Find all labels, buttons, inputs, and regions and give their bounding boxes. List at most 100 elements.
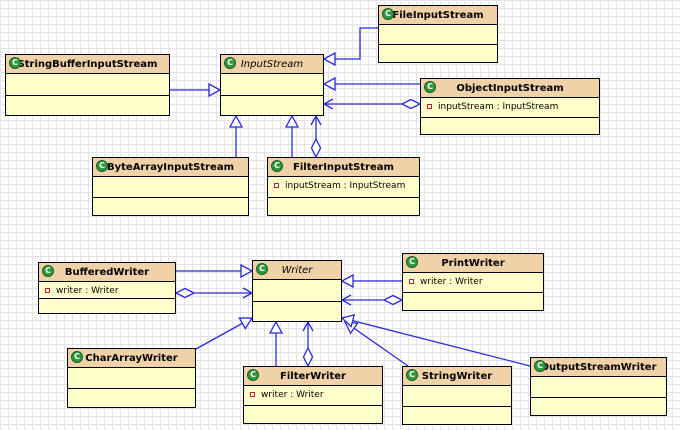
operations-compartment: [531, 398, 666, 416]
private-field-icon: [427, 104, 432, 109]
aggregation-diamond: [174, 287, 196, 299]
aggregation-diamond: [400, 98, 422, 110]
edge-output-stream-writer-to-writer: [340, 314, 531, 367]
attributes-compartment: inputStream : InputStream: [421, 98, 599, 118]
class-name: StringBufferInputStream: [17, 58, 158, 70]
class-icon: C: [256, 263, 268, 275]
attribute-text: inputStream : InputStream: [285, 180, 406, 191]
class-icon: C: [424, 81, 436, 93]
edge-object-input-stream-to-input-stream: [322, 76, 420, 92]
class-output-stream-writer[interactable]: C OutputStreamWriter: [530, 357, 667, 416]
attribute-text: writer : Writer: [56, 285, 119, 296]
edge-byte-array-to-input-stream: [228, 114, 244, 157]
edge-char-array-writer-to-writer: [195, 317, 254, 350]
class-input-stream[interactable]: C InputStream: [220, 54, 324, 116]
attributes-compartment: writer : Writer: [403, 273, 543, 293]
attribute-row: inputStream : InputStream: [274, 179, 415, 192]
class-file-input-stream[interactable]: C FileInputStream: [378, 5, 498, 63]
class-name: StringWriter: [421, 370, 493, 382]
attributes-compartment: [221, 74, 323, 96]
attributes-compartment: [253, 280, 341, 302]
class-print-writer[interactable]: C PrintWriter writer : Writer: [402, 253, 544, 311]
private-field-icon: [409, 279, 414, 284]
attributes-compartment: [531, 377, 666, 398]
class-name: ByteArrayInputStream: [106, 161, 235, 173]
operations-compartment: [268, 198, 419, 216]
class-icon: C: [42, 265, 54, 277]
generalization-arrowhead: [322, 51, 336, 67]
attribute-text: writer : Writer: [420, 276, 483, 287]
generalization-arrowhead: [340, 273, 354, 289]
edge-file-input-stream-to-input-stream: [322, 27, 378, 67]
edge-print-writer-aggregates-writer: [340, 294, 404, 306]
class-string-buffer-input-stream[interactable]: C StringBufferInputStream: [5, 54, 170, 116]
edge-string-buffer-to-input-stream: [170, 82, 222, 98]
class-string-writer[interactable]: C StringWriter: [402, 366, 512, 425]
attributes-compartment: inputStream : InputStream: [268, 177, 419, 198]
edge-string-writer-to-writer: [343, 321, 409, 367]
class-writer[interactable]: C Writer: [252, 260, 342, 322]
class-icon: C: [247, 369, 259, 381]
operations-compartment: [421, 118, 599, 135]
class-name: FilterInputStream: [293, 161, 394, 173]
class-name: OutputStreamWriter: [540, 361, 657, 373]
attribute-row: inputStream : InputStream: [427, 100, 595, 113]
generalization-arrowhead: [322, 76, 336, 92]
attributes-compartment: [68, 368, 195, 389]
class-name: ObjectInputStream: [456, 82, 564, 94]
private-field-icon: [250, 392, 255, 397]
private-field-icon: [274, 183, 279, 188]
attributes-compartment: writer : Writer: [244, 386, 382, 406]
edge-filter-input-stream-to-input-stream: [284, 114, 300, 157]
class-icon: C: [96, 160, 108, 172]
attributes-compartment: writer : Writer: [39, 282, 175, 299]
class-icon: C: [271, 160, 283, 172]
aggregation-diamond: [310, 137, 322, 159]
generalization-arrowhead: [268, 320, 284, 334]
class-icon: C: [71, 351, 83, 363]
class-icon: C: [224, 57, 236, 69]
operations-compartment: [39, 299, 175, 313]
generalization-arrowhead: [284, 114, 300, 128]
attribute-row: writer : Writer: [409, 275, 539, 288]
edge-print-writer-to-writer: [340, 273, 402, 289]
attribute-row: writer : Writer: [45, 284, 171, 297]
attributes-compartment: [93, 177, 248, 198]
edge-line: [341, 317, 531, 367]
operations-compartment: [403, 293, 543, 310]
class-name: Writer: [281, 264, 313, 276]
edge-buffered-writer-aggregates-writer: [174, 287, 254, 299]
attribute-text: inputStream : InputStream: [438, 101, 559, 112]
edge-buffered-writer-to-writer: [176, 263, 254, 279]
class-name: CharArrayWriter: [85, 352, 178, 364]
operations-compartment: [221, 96, 323, 115]
attributes-compartment: [403, 386, 511, 407]
private-field-icon: [45, 288, 50, 293]
class-icon: C: [534, 360, 546, 372]
class-icon: C: [406, 369, 418, 381]
class-name: FileInputStream: [392, 9, 484, 21]
attribute-text: writer : Writer: [261, 389, 324, 400]
class-buffered-writer[interactable]: C BufferedWriter writer : Writer: [38, 262, 176, 314]
aggregation-diamond: [302, 346, 314, 368]
operations-compartment: [379, 45, 497, 62]
class-object-input-stream[interactable]: C ObjectInputStream inputStream : InputSt…: [420, 78, 600, 135]
class-icon: C: [406, 256, 418, 268]
class-name: FilterWriter: [280, 370, 346, 382]
operations-compartment: [403, 407, 511, 425]
edge-object-input-stream-aggregates-input-stream: [322, 98, 422, 110]
edge-filter-writer-aggregates-writer: [302, 320, 314, 368]
class-icon: C: [9, 57, 21, 69]
generalization-arrowhead: [208, 82, 222, 98]
class-filter-input-stream[interactable]: C FilterInputStream inputStream : InputSt…: [267, 157, 420, 216]
edge-filter-writer-to-writer: [268, 320, 284, 366]
operations-compartment: [93, 198, 248, 216]
class-byte-array-input-stream[interactable]: C ByteArrayInputStream: [92, 157, 249, 216]
class-char-array-writer[interactable]: C CharArrayWriter: [67, 348, 196, 408]
attributes-compartment: [6, 74, 169, 96]
operations-compartment: [68, 389, 195, 407]
class-name: BufferedWriter: [64, 266, 150, 278]
class-filter-writer[interactable]: C FilterWriter writer : Writer: [243, 366, 383, 424]
attributes-compartment: [379, 25, 497, 45]
operations-compartment: [253, 302, 341, 321]
